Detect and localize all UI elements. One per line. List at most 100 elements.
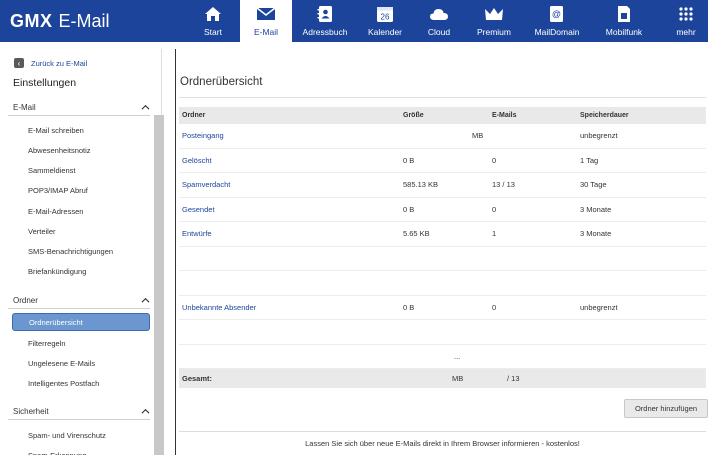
table-row[interactable]: Gesendet 0 B 0 3 Monate: [179, 198, 706, 222]
sidebar-item-sms[interactable]: SMS-Benachrichtigungen: [12, 242, 150, 260]
section-sicherheit-header[interactable]: Sicherheit: [13, 407, 150, 416]
folder-name[interactable]: Posteingang: [179, 131, 400, 140]
sidebar-item-spam-virenschutz[interactable]: Spam- und Virenschutz: [12, 426, 150, 444]
table-row[interactable]: [179, 271, 706, 296]
logo-product: E-Mail: [58, 10, 110, 31]
nav-start[interactable]: Start: [186, 0, 240, 42]
folder-name[interactable]: Spamverdacht: [179, 180, 400, 189]
nav-premium[interactable]: Premium: [466, 0, 522, 42]
folder-duration: unbegrenzt: [580, 302, 618, 312]
home-icon: [203, 4, 223, 24]
nav-mobilfunk[interactable]: Mobilfunk: [592, 0, 656, 42]
folder-size: 0 B: [403, 302, 415, 312]
sidebar-item-verteiler[interactable]: Verteiler: [12, 222, 150, 240]
nav-kalender[interactable]: 26 Kalender: [358, 0, 412, 42]
section-divider: [8, 308, 150, 309]
table-total-row: Gesamt: MB / 13: [179, 369, 706, 388]
title-divider: [179, 97, 706, 98]
col-header-ordner[interactable]: Ordner: [179, 112, 400, 119]
folder-duration: 3 Monate: [580, 229, 612, 239]
section-email-header[interactable]: E-Mail: [13, 103, 150, 112]
total-mails: / 13: [507, 374, 520, 383]
col-header-groesse[interactable]: Größe: [400, 112, 489, 119]
folder-mails: 1: [492, 229, 497, 239]
footer-divider: [179, 431, 706, 432]
crown-icon: [484, 4, 504, 24]
sidebar-item-ordneruebersicht[interactable]: Ordnerübersicht: [12, 313, 150, 331]
table-row[interactable]: Posteingang MB unbegrenzt: [179, 124, 706, 149]
sidebar-title: Einstellungen: [13, 77, 77, 89]
section-divider: [8, 115, 150, 116]
folder-name[interactable]: Entwürfe: [179, 229, 400, 238]
chevron-up-icon: [141, 297, 150, 303]
table-row[interactable]: Unbekannte Absender 0 B 0 unbegrenzt: [179, 296, 706, 320]
calendar-badge: 26: [381, 13, 390, 22]
total-label: Gesamt:: [182, 374, 213, 383]
section-ordner-header[interactable]: Ordner: [13, 296, 150, 305]
gmx-logo[interactable]: GMX E-Mail: [10, 9, 110, 33]
top-bar: GMX E-Mail Start E-Mail Adressbuch 26 Ka: [0, 0, 708, 42]
folder-size: ...: [454, 351, 461, 361]
folder-table: Ordner Größe E-Mails Speicherdauer Poste…: [179, 107, 706, 388]
cloud-icon: [429, 4, 449, 24]
main-content: Ordnerübersicht Ordner Größe E-Mails Spe…: [175, 49, 708, 455]
page-title: Ordnerübersicht: [180, 76, 263, 88]
folder-duration: 3 Monate: [580, 204, 612, 214]
settings-sidebar: ‹ Zurück zu E-Mail Einstellungen E-Mail …: [4, 49, 164, 455]
sidebar-item-sammeldienst[interactable]: Sammeldienst: [12, 161, 150, 179]
folder-name[interactable]: Gesendet: [179, 205, 400, 214]
folder-size: 585.13 KB: [403, 180, 439, 190]
sidebar-item-spam-erkennung[interactable]: Spam-Erkennung: [12, 446, 150, 455]
sidebar-item-ungelesene[interactable]: Ungelesene E-Mails: [12, 354, 150, 372]
folder-mails: 13 / 13: [492, 180, 515, 190]
folder-mails: 0: [492, 155, 497, 165]
add-folder-button[interactable]: Ordner hinzufügen: [624, 399, 708, 418]
calendar-icon: 26: [375, 4, 395, 24]
sidebar-item-filterregeln[interactable]: Filterregeln: [12, 334, 150, 352]
folder-duration: 30 Tage: [580, 180, 607, 190]
nav-maildomain[interactable]: @ MailDomain: [522, 0, 592, 42]
svg-text:@: @: [552, 9, 561, 19]
table-row[interactable]: Entwürfe 5.65 KB 1 3 Monate: [179, 222, 706, 247]
chevron-up-icon: [141, 104, 150, 110]
envelope-icon: [256, 4, 276, 24]
logo-brand: GMX: [10, 10, 53, 31]
col-header-emails[interactable]: E-Mails: [489, 112, 577, 119]
browser-notification-notice[interactable]: Lassen Sie sich über neue E-Mails direkt…: [179, 439, 706, 448]
sidebar-scrollbar[interactable]: [154, 115, 164, 455]
total-size: MB: [452, 374, 464, 383]
table-row[interactable]: ...: [179, 345, 706, 369]
table-row[interactable]: Spamverdacht 585.13 KB 13 / 13 30 Tage: [179, 173, 706, 198]
folder-duration: 1 Tag: [580, 155, 599, 165]
folder-name[interactable]: Gelöscht: [179, 156, 400, 165]
folder-mails: 0: [492, 302, 497, 312]
back-to-email-link[interactable]: ‹ Zurück zu E-Mail: [14, 58, 87, 68]
grid-icon: [676, 4, 696, 24]
sidebar-item-email-schreiben[interactable]: E-Mail schreiben: [12, 121, 150, 139]
addressbook-icon: [315, 4, 335, 24]
folder-size: 0 B: [403, 204, 415, 214]
sim-icon: [614, 4, 634, 24]
table-header: Ordner Größe E-Mails Speicherdauer: [179, 107, 706, 124]
folder-size: MB: [472, 131, 484, 141]
sidebar-item-pop3-imap[interactable]: POP3/IMAP Abruf: [12, 181, 150, 199]
section-divider: [8, 419, 150, 420]
folder-mails: 0: [492, 204, 497, 214]
nav-adressbuch[interactable]: Adressbuch: [292, 0, 358, 42]
table-row[interactable]: [179, 320, 706, 345]
sidebar-item-briefankuendigung[interactable]: Briefankündigung: [12, 262, 150, 280]
col-header-speicherdauer[interactable]: Speicherdauer: [577, 112, 706, 119]
nav-mehr[interactable]: mehr: [656, 0, 708, 42]
sidebar-item-intelligentes-postfach[interactable]: Intelligentes Postfach: [12, 374, 150, 392]
folder-duration: unbegrenzt: [580, 131, 618, 141]
table-row[interactable]: Gelöscht 0 B 0 1 Tag: [179, 149, 706, 173]
folder-name[interactable]: Unbekannte Absender: [179, 303, 400, 312]
nav-cloud[interactable]: Cloud: [412, 0, 466, 42]
table-row[interactable]: [179, 247, 706, 271]
nav-email[interactable]: E-Mail: [240, 0, 292, 42]
sidebar-item-abwesenheitsnotiz[interactable]: Abwesenheitsnotiz: [12, 141, 150, 159]
chevron-up-icon: [141, 408, 150, 414]
folder-size: 5.65 KB: [403, 229, 430, 239]
main-nav: Start E-Mail Adressbuch 26 Kalender Clou…: [186, 0, 708, 42]
sidebar-item-email-adressen[interactable]: E-Mail-Adressen: [12, 202, 150, 220]
